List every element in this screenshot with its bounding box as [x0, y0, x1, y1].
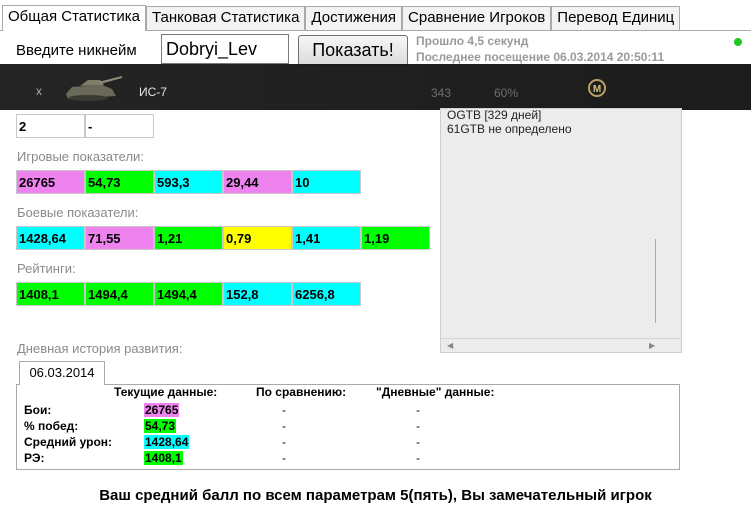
battle-stat-2: 71,55: [85, 226, 154, 250]
history-daily-value: -: [416, 419, 420, 433]
load-time-text: Прошло 4,5 секунд: [416, 34, 529, 48]
history-daily-value: -: [416, 435, 420, 449]
nickname-label: Введите никнейм: [16, 42, 137, 59]
history-row-label: % побед:: [24, 419, 79, 433]
history-header-compare: По сравнению:: [256, 385, 347, 399]
history-compare-value: -: [282, 451, 286, 465]
history-compare-value: -: [282, 419, 286, 433]
tank-overlay-bar: x ИС-7 343 60% M: [0, 64, 751, 110]
history-daily-value: -: [416, 403, 420, 417]
info-panel-scroll-thumb[interactable]: [655, 239, 663, 323]
tab-unit-conversion[interactable]: Перевод Единиц: [551, 6, 681, 30]
game-stat-winrate: 54,73: [85, 170, 154, 194]
history-row-label: РЭ:: [24, 451, 45, 465]
history-current-value: 1408,1: [144, 451, 183, 465]
battle-stat-damage: 1428,64: [16, 226, 85, 250]
tank-name: ИС-7: [139, 85, 167, 99]
overlay-close-icon[interactable]: x: [36, 84, 42, 98]
stat-cell-b: -: [85, 114, 154, 138]
battle-stat-4: 0,79: [223, 226, 292, 250]
game-stat-3: 593,3: [154, 170, 223, 194]
history-current-value: 26765: [144, 403, 180, 417]
game-stat-4: 29,44: [223, 170, 292, 194]
tank-win-percent: 60%: [494, 86, 519, 100]
tab-tank-stats[interactable]: Танковая Статистика: [146, 6, 306, 30]
info-line-2: 61GTB не определено: [447, 122, 572, 136]
history-header-daily: "Дневные" данные:: [376, 385, 495, 399]
history-header-current: Текущие данные:: [114, 385, 218, 399]
score-summary: Ваш средний балл по всем параметрам 5(пя…: [99, 487, 652, 504]
info-line-1: OGTB [329 дней]: [447, 108, 542, 122]
battle-stats-label: Боевые показатели:: [17, 205, 139, 220]
history-compare-value: -: [282, 435, 286, 449]
battle-stat-6: 1,19: [361, 226, 430, 250]
mastery-badge-icon: M: [585, 77, 609, 102]
tab-bar: Общая Статистика Танковая Статистика Дос…: [2, 5, 681, 31]
history-row-label: Бои:: [24, 403, 52, 417]
rating-1: 1408,1: [16, 282, 85, 306]
game-stat-battles: 26765: [16, 170, 85, 194]
game-stat-5: 10: [292, 170, 361, 194]
history-current-value: 54,73: [144, 419, 177, 433]
history-current-value: 1428,64: [144, 435, 190, 449]
history-date-tab[interactable]: 06.03.2014: [19, 361, 105, 385]
scroll-left-icon[interactable]: ◀: [447, 341, 453, 350]
battle-stat-5: 1,41: [292, 226, 361, 250]
info-panel-hscrollbar[interactable]: ◀ ▶: [441, 338, 681, 352]
ratings-label: Рейтинги:: [17, 261, 76, 276]
show-button[interactable]: Показать!: [298, 35, 408, 66]
tank-battles-count: 343: [431, 86, 452, 100]
game-stats-label: Игровые показатели:: [17, 149, 144, 164]
info-panel-vscrollbar[interactable]: [655, 109, 665, 353]
last-visit-text: Последнее посещение 06.03.2014 20:50:11: [416, 50, 665, 64]
rating-4: 152,8: [223, 282, 292, 306]
tab-compare-players[interactable]: Сравнение Игроков: [402, 6, 552, 30]
info-panel[interactable]: OGTB [329 дней] 61GTB не определено ◀ ▶: [440, 108, 682, 353]
history-compare-value: -: [282, 403, 286, 417]
tab-achievements[interactable]: Достижения: [305, 6, 403, 30]
rating-3: 1494,4: [154, 282, 223, 306]
history-row-label: Средний урон:: [24, 435, 113, 449]
stat-cell-a: 2: [16, 114, 85, 138]
history-daily-value: -: [416, 451, 420, 465]
online-status-dot: [734, 38, 742, 46]
mastery-badge-letter: M: [593, 84, 601, 95]
scroll-right-icon[interactable]: ▶: [649, 341, 655, 350]
rating-2: 1494,4: [85, 282, 154, 306]
history-label: Дневная история развития:: [17, 341, 183, 356]
tank-icon: [58, 72, 124, 109]
rating-5: 6256,8: [292, 282, 361, 306]
tab-general-stats[interactable]: Общая Статистика: [2, 5, 147, 31]
nickname-input[interactable]: [161, 34, 289, 64]
battle-stat-3: 1,21: [154, 226, 223, 250]
